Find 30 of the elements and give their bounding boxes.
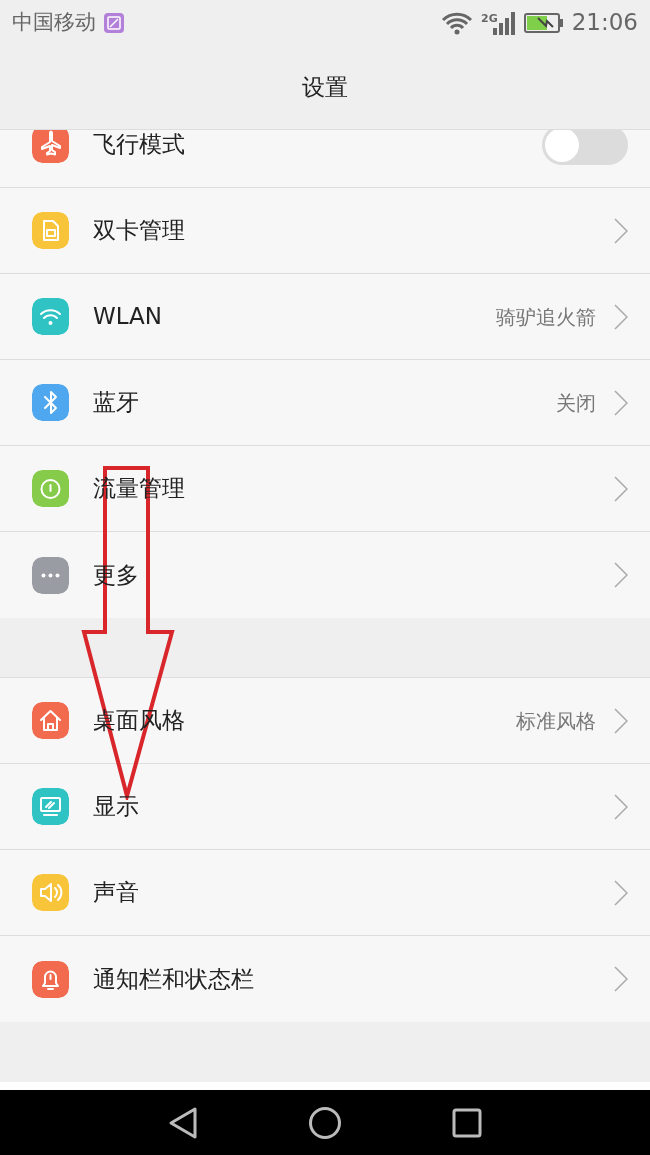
- setting-label[interactable]: 飞行模式: [93, 130, 185, 162]
- chevron-icon: [614, 389, 628, 416]
- chevron-icon: [614, 475, 628, 502]
- toggle-switch[interactable]: [542, 130, 628, 165]
- setting-value: 标准风格: [516, 707, 596, 735]
- clock-time: 21:06: [571, 8, 638, 38]
- notification-icon: [104, 12, 124, 33]
- page-title: 设置: [302, 72, 348, 102]
- setting-label[interactable]: WLAN: [93, 299, 163, 334]
- recents-icon[interactable]: [452, 1107, 482, 1138]
- setting-label[interactable]: 通知栏和状态栏: [93, 961, 254, 997]
- chevron-icon: [614, 879, 628, 906]
- chevron-icon: [614, 966, 628, 992]
- chevron-icon: [614, 707, 628, 734]
- chevron-icon: [614, 303, 628, 330]
- setting-label[interactable]: 声音: [93, 875, 139, 910]
- back-icon[interactable]: [168, 1105, 198, 1140]
- chevron-icon: [614, 562, 628, 588]
- carrier-name: 中国移动: [12, 8, 96, 36]
- network-type: 2G: [481, 11, 498, 28]
- home-icon[interactable]: [308, 1105, 342, 1140]
- chevron-icon: [614, 793, 628, 820]
- setting-label[interactable]: 显示: [93, 789, 139, 824]
- setting-label[interactable]: 双卡管理: [93, 213, 185, 248]
- battery-charging-icon: [523, 11, 564, 34]
- setting-value: 骑驴追火箭: [496, 303, 596, 331]
- setting-label[interactable]: 蓝牙: [93, 385, 139, 420]
- setting-value: 关闭: [556, 389, 596, 417]
- chevron-icon: [614, 217, 628, 244]
- wifi-icon: [441, 10, 473, 35]
